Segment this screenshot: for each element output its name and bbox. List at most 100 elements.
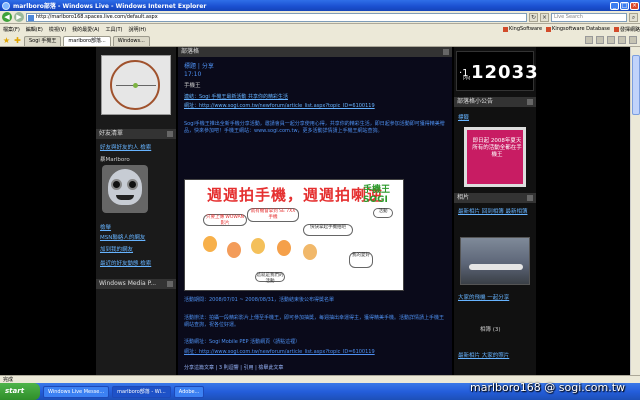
bubble-4: 這就是我們的活動 xyxy=(255,272,285,284)
post-body-2: 活動期間：2008/07/01 ~ 2008/08/31，活動結束後公布得獎名單 xyxy=(184,297,335,303)
photo-count: 相簿 (3) xyxy=(480,327,501,333)
post-body-3: 活動辦法：拍攝一段精彩影片上傳至手機王，即可參加抽獎，每週抽出幸運得主，獲得精美… xyxy=(184,315,445,328)
module-close-icon[interactable] xyxy=(443,49,449,55)
owner-label: 暴Marlboro xyxy=(100,157,130,163)
bubble-2: 就有機會拿到 SE 7XX 手機 xyxy=(247,208,299,222)
link-kingsoftware-db[interactable]: Kingsoftware Database xyxy=(546,26,610,32)
close-button[interactable]: × xyxy=(630,1,639,10)
task-adobe[interactable]: Adobe... xyxy=(173,385,205,398)
menu-favorites[interactable]: 我的最愛(A) xyxy=(72,26,99,33)
add-favorite-icon[interactable]: ✚ xyxy=(13,36,22,45)
recent-photos-link[interactable]: 最新相片 大家的照片 xyxy=(458,351,534,359)
search-button[interactable]: ⌕ xyxy=(629,12,638,22)
blog-content: 部落格 標題 | 分享 17:10 手機王 連結：Sogi 手機王最新活動 共享… xyxy=(178,47,452,375)
favorites-star-icon[interactable]: ★ xyxy=(2,36,11,45)
maximize-button[interactable]: □ xyxy=(620,1,629,10)
cartoon-kid xyxy=(277,240,291,256)
bubble-1: 只要上傳 WOWAN 影片 xyxy=(203,214,247,226)
tab-bar: ★ ✚ Sogi 手機王 marlboro部落... Windows... xyxy=(0,34,640,47)
refresh-button[interactable]: ↻ xyxy=(529,12,538,22)
url-input[interactable]: http://marlboro168.spaces.live.com/defau… xyxy=(26,12,527,22)
watermark: marlboro168 @ sogi.com.tw xyxy=(470,381,626,394)
photos-module-header: 相片 xyxy=(454,193,536,203)
post-footer[interactable]: 分享這篇文章 | 3 則迴響 | 引用 | 檢舉此文章 xyxy=(184,365,446,372)
cartoon-kid xyxy=(251,238,265,254)
post-meta-1: 標題 | 分享 xyxy=(184,63,214,70)
feeds-icon[interactable] xyxy=(596,36,604,44)
module-close-icon[interactable] xyxy=(167,281,173,287)
address-bar: ◀ ▶ http://marlboro168.spaces.live.com/d… xyxy=(0,11,640,24)
print-icon[interactable] xyxy=(607,36,615,44)
module-close-icon[interactable] xyxy=(527,99,533,105)
left-sidebar: 好友清單 好友與好友的人 檢索 暴Marlboro 檢舉 MSN聯絡人的網友 加… xyxy=(96,47,176,375)
friends-link[interactable]: 好友與好友的人 檢索 xyxy=(100,143,151,151)
page-menu-icon[interactable] xyxy=(618,36,626,44)
vertical-scrollbar[interactable] xyxy=(630,47,640,375)
blog-header: 部落格 xyxy=(178,47,452,57)
cartoon-kid xyxy=(203,236,217,252)
tools-menu-icon[interactable] xyxy=(629,36,637,44)
report-link[interactable]: 檢舉 xyxy=(100,223,111,231)
home-icon[interactable] xyxy=(585,36,593,44)
post-body-5[interactable]: 網址：http://www.sogi.com.tw/newforum/artic… xyxy=(184,349,446,356)
bubble-6: 活動 xyxy=(373,208,393,218)
bubble-3: 快快拿起手機拍吧 xyxy=(303,224,353,236)
page-content: 好友清單 好友與好友的人 檢索 暴Marlboro 檢舉 MSN聯絡人的網友 加… xyxy=(0,47,640,375)
forward-button[interactable]: ▶ xyxy=(14,12,24,22)
link-kingsoftware[interactable]: KingSoftware xyxy=(502,26,542,32)
right-sidebar: ·1 12033 PM 部落格小公告 標籤 即日起 2008年夏天所有的活動全都… xyxy=(454,47,538,375)
link-web[interactable]: 發揮網路 xyxy=(613,26,640,33)
photos-links[interactable]: 最新相片 回到相簿 最新相簿 xyxy=(458,207,534,215)
module-close-icon[interactable] xyxy=(167,131,173,137)
menu-view[interactable]: 檢視(V) xyxy=(49,26,66,33)
plane-shape xyxy=(469,264,523,270)
start-button[interactable]: start xyxy=(0,383,40,400)
clock-widget: ·1 12033 PM xyxy=(456,51,538,91)
clock-widget-thumbnail[interactable] xyxy=(101,55,171,115)
photo-caption[interactable]: 大家的飛機 一起分享 xyxy=(458,293,534,301)
add-friend-link[interactable]: 加到我的網友 xyxy=(100,245,133,253)
module-close-icon[interactable] xyxy=(527,195,533,201)
search-input[interactable]: Live Search xyxy=(551,12,627,22)
url-text: http://marlboro168.spaces.live.com/defau… xyxy=(36,13,158,20)
page-icon xyxy=(28,14,34,21)
notice-link[interactable]: 標籤 xyxy=(458,113,469,121)
window-title: marlboro部落 - Windows Live - Windows Inte… xyxy=(13,3,207,10)
recent-friends-link[interactable]: 最近的好友動態 檢索 xyxy=(100,259,151,267)
menu-help[interactable]: 說明(H) xyxy=(128,26,146,33)
ie-logo-icon xyxy=(2,1,10,10)
bookmark-icon xyxy=(502,26,508,32)
avatar[interactable] xyxy=(102,165,148,213)
promo-banner-image[interactable]: 週週拍手機，週週拍喇逆 手機王 SOGI 只要上傳 WOWAN 影片 就有機會拿… xyxy=(184,179,404,291)
tab-sogi[interactable]: Sogi 手機王 xyxy=(24,36,62,46)
post-body-4: 活動網址：Sogi Mobile PEP 活動網頁（請點這裡） xyxy=(184,339,301,345)
post-author: 手機王 xyxy=(184,83,201,89)
stop-button[interactable]: × xyxy=(540,12,549,22)
command-bar xyxy=(585,36,640,44)
bookmark-icon xyxy=(613,26,619,32)
minimize-button[interactable]: _ xyxy=(610,1,619,10)
tab-marlboro[interactable]: marlboro部落... xyxy=(63,36,111,46)
msn-friends-link[interactable]: MSN聯絡人的網友 xyxy=(100,233,145,241)
notice-image[interactable]: 即日起 2008年夏天所有的活動全都在手機王 xyxy=(464,127,526,187)
menu-file[interactable]: 檔案(F) xyxy=(3,26,20,33)
bookmark-icon xyxy=(546,26,552,32)
bubble-5: 我的愛好 xyxy=(349,252,373,268)
menu-bar: 檔案(F) 編輯(E) 檢視(V) 我的最愛(A) 工具(T) 說明(H) Ki… xyxy=(0,24,640,34)
back-button[interactable]: ◀ xyxy=(2,12,12,22)
wmp-module-header: Windows Media P... xyxy=(96,279,176,289)
task-messenger[interactable]: Windows Live Messe... xyxy=(43,385,110,398)
airplane-photo[interactable] xyxy=(460,237,530,285)
link-line-2[interactable]: 網址：http://www.sogi.com.tw/newforum/artic… xyxy=(184,102,446,109)
friends-module-header: 好友清單 xyxy=(96,129,176,139)
menu-edit[interactable]: 編輯(E) xyxy=(26,26,43,33)
post-body-1: Sogi手機王推出全新手機分享活動，邀請會員一起分享使用心得，共享你的精彩生活，… xyxy=(184,121,445,134)
title-bar: marlboro部落 - Windows Live - Windows Inte… xyxy=(0,0,640,11)
scrollbar-thumb[interactable] xyxy=(632,55,640,115)
tab-windows[interactable]: Windows... xyxy=(112,36,150,46)
task-ie[interactable]: marlboro部落 - Wi... xyxy=(112,385,171,398)
link-line-1[interactable]: 連結：Sogi 手機王最新活動 共享你的精彩生活 xyxy=(184,93,446,100)
post-time: 17:10 xyxy=(184,71,202,78)
menu-tools[interactable]: 工具(T) xyxy=(106,26,123,33)
clock-time: 12033 xyxy=(471,62,539,83)
